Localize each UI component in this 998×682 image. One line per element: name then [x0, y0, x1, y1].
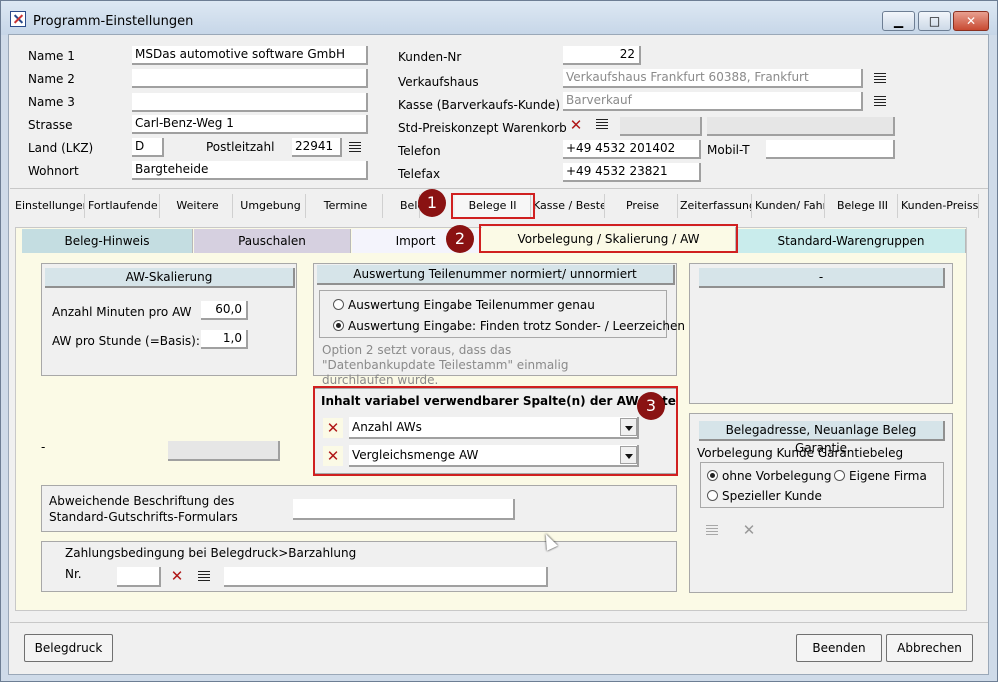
guarantee-list-icon[interactable]	[706, 525, 718, 535]
aw-scaling-title: AW-Skalierung	[45, 268, 295, 288]
pricing-field[interactable]	[620, 117, 702, 136]
step-badge-3: 3	[637, 392, 665, 420]
clear-pricing-icon[interactable]: ✕	[566, 115, 586, 135]
highlight-subtab-vorbelegung	[479, 224, 738, 253]
step-badge-1: 1	[418, 189, 446, 217]
title-bar[interactable]: Programm-Einstellungen ▁ □ ✕	[1, 1, 997, 35]
own-company-label: Eigene Firma	[849, 469, 927, 483]
name3-label: Name 3	[28, 95, 75, 109]
customer-number-label: Kunden-Nr	[398, 50, 462, 64]
guarantee-title: Belegadresse, Neuanlage Beleg Garantie	[699, 421, 945, 455]
credit-label-line2: Standard-Gutschrifts-Formulars	[49, 510, 238, 524]
tab-preise[interactable]: Preise	[608, 194, 678, 218]
pricing-label: Std-Preiskonzept Warenkorb	[398, 121, 567, 135]
radio-no-preset[interactable]	[707, 470, 718, 481]
minutes-per-aw-label: Anzahl Minuten pro AW	[52, 305, 192, 319]
salesoffice-field[interactable]: Verkaufshaus Frankfurt 60388, Frankfurt	[563, 69, 863, 88]
tab-einstellungen[interactable]: Einstellungen	[15, 194, 85, 218]
fax-field[interactable]: +49 4532 23821	[563, 163, 701, 182]
finish-button[interactable]: Beenden	[796, 634, 882, 662]
step-badge-2: 2	[446, 225, 474, 253]
radio-partnumber-fuzzy[interactable]	[333, 320, 344, 331]
highlight-tab-belege-ii	[451, 193, 535, 219]
close-button[interactable]: ✕	[953, 11, 989, 31]
country-field[interactable]: D	[132, 138, 164, 157]
name2-field[interactable]	[132, 69, 368, 88]
radio-partnumber-exact[interactable]	[333, 299, 344, 310]
aw-per-hour-label: AW pro Stunde (=Basis):	[52, 334, 200, 348]
fax-label: Telefax	[398, 167, 441, 181]
tab-belege[interactable]: Bele	[386, 194, 420, 218]
cancel-button[interactable]: Abbrechen	[886, 634, 973, 662]
app-icon	[10, 11, 26, 27]
country-label: Land (LKZ)	[28, 141, 94, 155]
special-customer-label: Spezieller Kunde	[722, 489, 822, 503]
window-title: Programm-Einstellungen	[33, 14, 194, 29]
subtab-beleg-hinweis[interactable]: Beleg-Hinweis	[22, 229, 193, 253]
city-label: Wohnort	[28, 164, 79, 178]
print-button[interactable]: Belegdruck	[24, 634, 113, 662]
header-separator	[10, 188, 988, 189]
credit-label-line1: Abweichende Beschriftung des	[49, 494, 235, 508]
payment-list-icon[interactable]	[198, 571, 210, 581]
payment-nr-label: Nr.	[65, 567, 82, 581]
left-dash-label: -	[41, 440, 46, 454]
tab-belege-iii[interactable]: Belege III	[828, 194, 898, 218]
aw-per-hour-field[interactable]: 1,0	[201, 330, 248, 349]
partnumber-title: Auswertung Teilenummer normiert/ unnormi…	[317, 265, 675, 285]
city-field[interactable]: Bargteheide	[132, 161, 368, 180]
guarantee-sub-label: Vorbelegung Kunde Garantiebeleg	[697, 446, 904, 460]
footer-separator	[10, 622, 988, 623]
no-preset-label: ohne Vorbelegung	[722, 469, 832, 483]
street-field[interactable]: Carl-Benz-Weg 1	[132, 115, 368, 134]
cash-list-icon[interactable]	[874, 96, 886, 106]
minimize-button[interactable]: ▁	[882, 11, 915, 31]
clear-payment-icon[interactable]: ✕	[167, 566, 187, 586]
tab-umgebung[interactable]: Umgebung	[236, 194, 306, 218]
salesoffice-list-icon[interactable]	[874, 73, 886, 83]
tab-fortlaufende[interactable]: Fortlaufende N	[88, 194, 160, 218]
subtab-pauschalen[interactable]: Pauschalen	[194, 229, 351, 253]
tab-kunden-fahrz[interactable]: Kunden/ Fahrz	[755, 194, 825, 218]
partnumber-exact-label: Auswertung Eingabe Teilenummer genau	[348, 298, 595, 312]
payment-title: Zahlungsbedingung bei Belegdruck>Barzahl…	[65, 546, 357, 560]
mobile-field[interactable]	[766, 140, 895, 159]
clear-guarantee-icon[interactable]: ✕	[739, 520, 759, 540]
tab-termine[interactable]: Termine	[309, 194, 383, 218]
right-top-title: -	[699, 268, 945, 288]
left-dash-field[interactable]	[168, 441, 280, 461]
zip-label: Postleitzahl	[206, 140, 275, 154]
credit-label-field[interactable]	[293, 499, 515, 520]
maximize-button[interactable]: □	[918, 11, 951, 31]
zip-lookup-icon[interactable]	[349, 142, 361, 152]
tab-kasse[interactable]: Kasse / Beste	[533, 194, 605, 218]
zip-field[interactable]: 22941	[292, 138, 342, 157]
partnumber-fuzzy-label: Auswertung Eingabe: Finden trotz Sonder-…	[348, 319, 685, 333]
name1-label: Name 1	[28, 49, 75, 63]
payment-description-field	[224, 567, 548, 587]
radio-own-company[interactable]	[834, 470, 845, 481]
highlight-awlist	[313, 386, 678, 476]
street-label: Strasse	[28, 118, 73, 132]
cash-label: Kasse (Barverkaufs-Kunde)	[398, 98, 560, 112]
pricing-description-field	[707, 117, 895, 136]
name3-field[interactable]	[132, 93, 368, 112]
tab-kunden-preissl[interactable]: Kunden-Preissl	[901, 194, 979, 218]
customer-number-field[interactable]: 22	[563, 46, 641, 65]
minutes-per-aw-field[interactable]: 60,0	[201, 301, 248, 320]
cash-field[interactable]: Barverkauf	[563, 92, 863, 111]
radio-special-customer[interactable]	[707, 490, 718, 501]
tab-zeiterfassung[interactable]: Zeiterfassung	[680, 194, 752, 218]
name2-label: Name 2	[28, 72, 75, 86]
mobile-label: Mobil-T	[707, 143, 750, 157]
phone-field[interactable]: +49 4532 201402	[563, 140, 701, 159]
tab-weitere[interactable]: Weitere	[163, 194, 233, 218]
partnumber-note: Option 2 setzt voraus, dass das "Datenba…	[322, 343, 569, 387]
pricing-list-icon[interactable]	[596, 119, 608, 129]
payment-nr-field[interactable]	[117, 567, 161, 587]
phone-label: Telefon	[398, 144, 441, 158]
salesoffice-label: Verkaufshaus	[398, 75, 479, 89]
name1-field[interactable]: MSDas automotive software GmbH	[132, 46, 368, 65]
subtab-standard-warengruppen[interactable]: Standard-Warengruppen	[737, 229, 966, 253]
